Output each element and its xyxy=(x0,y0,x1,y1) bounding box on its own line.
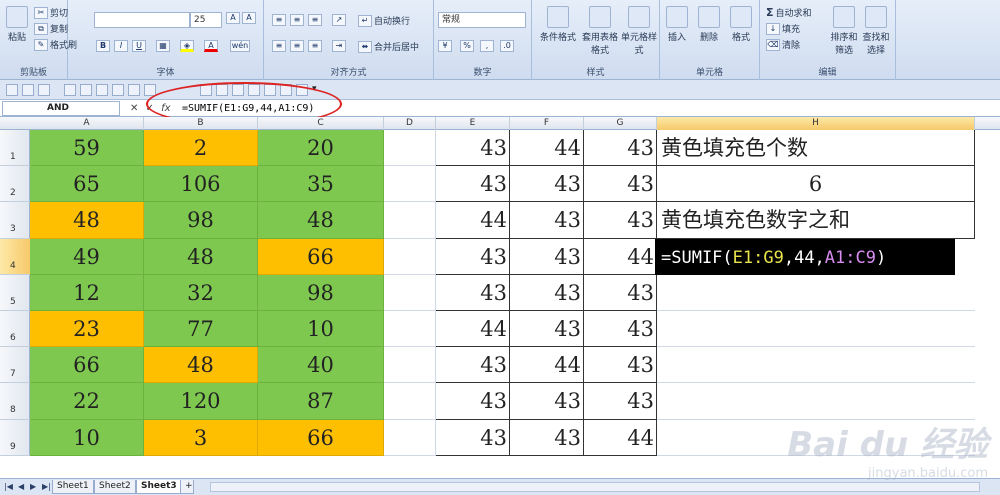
cell-h3[interactable]: 黄色填充色数字之和 xyxy=(657,202,975,239)
cell-d2[interactable] xyxy=(384,166,436,203)
last-sheet-icon[interactable]: ▶| xyxy=(42,482,51,491)
next-sheet-icon[interactable]: ▶ xyxy=(30,482,36,491)
cell-b8[interactable]: 120 xyxy=(144,383,258,420)
cell-g1[interactable]: 43 xyxy=(584,130,657,167)
sheet-tab-1[interactable]: Sheet1 xyxy=(52,480,94,494)
insert-sheet-icon[interactable]: + xyxy=(180,480,194,494)
cell-g5[interactable]: 43 xyxy=(584,274,657,311)
cell-a5[interactable]: 12 xyxy=(30,274,144,311)
cell-g4[interactable]: 44 xyxy=(584,238,657,275)
cell-f5[interactable]: 43 xyxy=(510,274,584,311)
cell-c3[interactable]: 48 xyxy=(258,202,384,239)
cell-d4[interactable] xyxy=(384,238,436,275)
cell-h4-formula[interactable]: =SUMIF(E1:G9,44,A1:C9) xyxy=(655,238,955,275)
cell-g8[interactable]: 43 xyxy=(584,383,657,420)
cell-h7[interactable] xyxy=(657,347,975,384)
cell-c7[interactable]: 40 xyxy=(258,347,384,384)
cell-f7[interactable]: 44 xyxy=(510,347,584,384)
cell-b2[interactable]: 106 xyxy=(144,166,258,203)
prev-sheet-icon[interactable]: ◀ xyxy=(18,482,24,491)
cell-b7[interactable]: 48 xyxy=(144,347,258,384)
cell-c5[interactable]: 98 xyxy=(258,274,384,311)
formula-ref-a1-c9: A1:C9 xyxy=(824,247,876,268)
cell-a6[interactable]: 23 xyxy=(30,311,144,348)
sheet-tab-2[interactable]: Sheet2 xyxy=(94,480,136,494)
formula-part-close: ) xyxy=(875,247,887,268)
cell-d7[interactable] xyxy=(384,347,436,384)
cell-a1[interactable]: 59 xyxy=(30,130,144,167)
cell-h5[interactable] xyxy=(657,275,975,311)
cell-g9[interactable]: 44 xyxy=(584,419,657,456)
cell-b4[interactable]: 48 xyxy=(144,238,258,275)
cell-h6[interactable] xyxy=(657,311,975,348)
cell-g7[interactable]: 43 xyxy=(584,347,657,384)
cell-h2[interactable]: 6 xyxy=(657,166,975,203)
cell-a9[interactable]: 10 xyxy=(30,419,144,456)
cell-b9[interactable]: 3 xyxy=(144,419,258,456)
cell-e4[interactable]: 43 xyxy=(436,238,510,275)
cell-d9[interactable] xyxy=(384,419,436,456)
cell-f4[interactable]: 43 xyxy=(510,238,584,275)
first-sheet-icon[interactable]: |◀ xyxy=(4,482,13,491)
cell-e8[interactable]: 43 xyxy=(436,383,510,420)
cell-c4[interactable]: 66 xyxy=(258,238,384,275)
cell-grid: 59 2 20 65 106 35 48 98 48 49 48 66 12 32 98 23 77 10 66 48… xyxy=(0,0,1000,495)
horizontal-scrollbar[interactable] xyxy=(210,482,980,492)
cell-f3[interactable]: 43 xyxy=(510,202,584,239)
cell-a7[interactable]: 66 xyxy=(30,347,144,384)
cell-a4[interactable]: 49 xyxy=(30,238,144,275)
cell-e5[interactable]: 43 xyxy=(436,274,510,311)
cell-f6[interactable]: 43 xyxy=(510,311,584,348)
formula-ref-e1-g9: E1:G9 xyxy=(732,247,784,268)
cell-d5[interactable] xyxy=(384,274,436,311)
cell-c9[interactable]: 66 xyxy=(258,419,384,456)
cell-c1[interactable]: 20 xyxy=(258,130,384,167)
cell-h8[interactable] xyxy=(657,383,975,420)
cell-f8[interactable]: 43 xyxy=(510,383,584,420)
cell-a8[interactable]: 22 xyxy=(30,383,144,420)
cell-a3[interactable]: 48 xyxy=(30,202,144,239)
cell-e2[interactable]: 43 xyxy=(436,166,510,203)
cell-d3[interactable] xyxy=(384,202,436,239)
cell-h1[interactable]: 黄色填充色个数 xyxy=(657,130,975,167)
cell-c2[interactable]: 35 xyxy=(258,166,384,203)
cell-f1[interactable]: 44 xyxy=(510,130,584,167)
cell-e1[interactable]: 43 xyxy=(436,130,510,167)
cell-d6[interactable] xyxy=(384,311,436,348)
cell-d1[interactable] xyxy=(384,130,436,167)
cell-g6[interactable]: 43 xyxy=(584,311,657,348)
cell-b5[interactable]: 32 xyxy=(144,274,258,311)
cell-g2[interactable]: 43 xyxy=(584,166,657,203)
cell-e6[interactable]: 44 xyxy=(436,311,510,348)
cell-b3[interactable]: 98 xyxy=(144,202,258,239)
cell-h9[interactable] xyxy=(657,420,975,456)
cell-b1[interactable]: 2 xyxy=(144,130,258,167)
cell-c8[interactable]: 87 xyxy=(258,383,384,420)
cell-f2[interactable]: 43 xyxy=(510,166,584,203)
cell-d8[interactable] xyxy=(384,383,436,420)
sheet-tab-3[interactable]: Sheet3 xyxy=(136,480,182,494)
cell-a2[interactable]: 65 xyxy=(30,166,144,203)
cell-e9[interactable]: 43 xyxy=(436,419,510,456)
cell-f9[interactable]: 43 xyxy=(510,419,584,456)
cell-e3[interactable]: 44 xyxy=(436,202,510,239)
cell-b6[interactable]: 77 xyxy=(144,311,258,348)
cell-c6[interactable]: 10 xyxy=(258,311,384,348)
formula-part-open: =SUMIF( xyxy=(661,247,733,268)
formula-part-criteria: ,44, xyxy=(783,247,825,268)
cell-g3[interactable]: 43 xyxy=(584,202,657,239)
cell-e7[interactable]: 43 xyxy=(436,347,510,384)
